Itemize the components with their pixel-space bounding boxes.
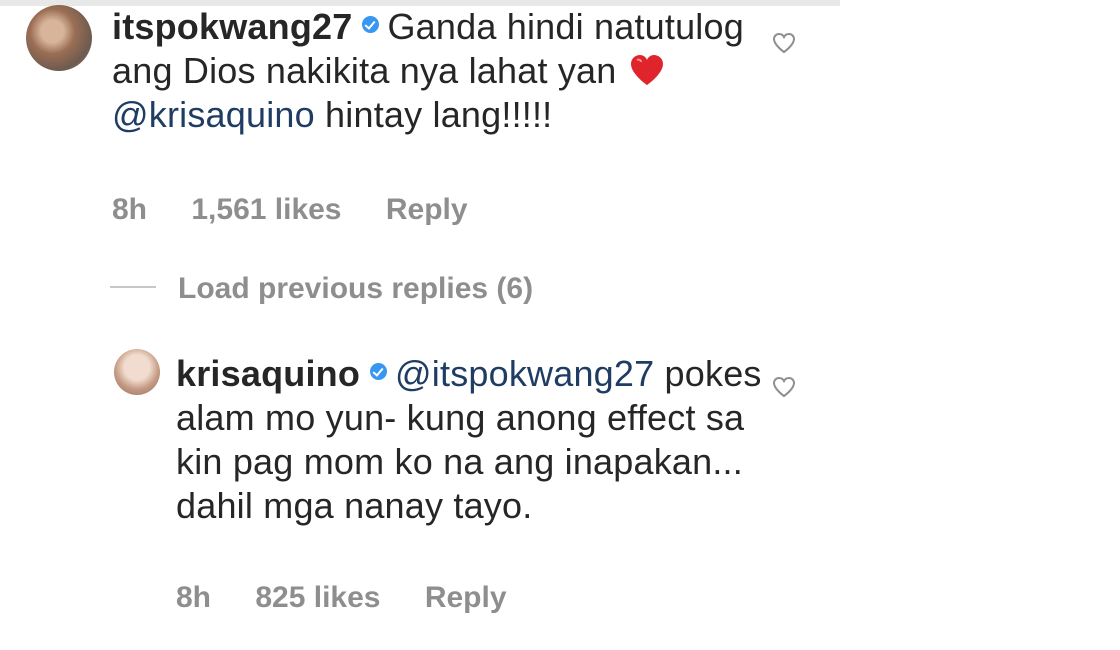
avatar[interactable] (26, 5, 92, 71)
reply-body: krisaquino @itspokwang27 pokes alam mo yu… (176, 352, 786, 528)
verified-badge-icon (370, 363, 388, 380)
verified-badge-icon (362, 16, 380, 33)
reply-meta: 8h 825 likes Reply (176, 581, 543, 615)
load-previous-label: Load previous replies (6) (178, 272, 534, 305)
reply-likes[interactable]: 825 likes (255, 581, 380, 615)
load-previous-replies-button[interactable]: Load previous replies (6) (110, 272, 533, 306)
divider-line (110, 286, 156, 288)
comment-meta: 8h 1,561 likes Reply (112, 193, 504, 227)
heart-outline-icon[interactable] (772, 32, 796, 54)
reply-time: 8h (176, 581, 212, 614)
avatar[interactable] (114, 349, 160, 395)
reply-reply-button[interactable]: Reply (425, 581, 507, 615)
comment-username[interactable]: itspokwang27 (112, 6, 352, 47)
comment-likes[interactable]: 1,561 likes (191, 193, 341, 227)
comment-time: 8h (112, 193, 148, 226)
red-heart-emoji-icon (630, 55, 663, 85)
comment-reply-button[interactable]: Reply (386, 193, 468, 227)
reply-username[interactable]: krisaquino (176, 353, 360, 394)
comment-text-end: hintay lang!!!!! (325, 94, 553, 135)
comment-body: itspokwang27 Ganda hindi natutulog ang Di… (112, 5, 762, 137)
reply-mention[interactable]: @itspokwang27 (395, 353, 654, 394)
heart-outline-icon[interactable] (772, 376, 796, 398)
comment-mention[interactable]: @krisaquino (112, 94, 315, 135)
